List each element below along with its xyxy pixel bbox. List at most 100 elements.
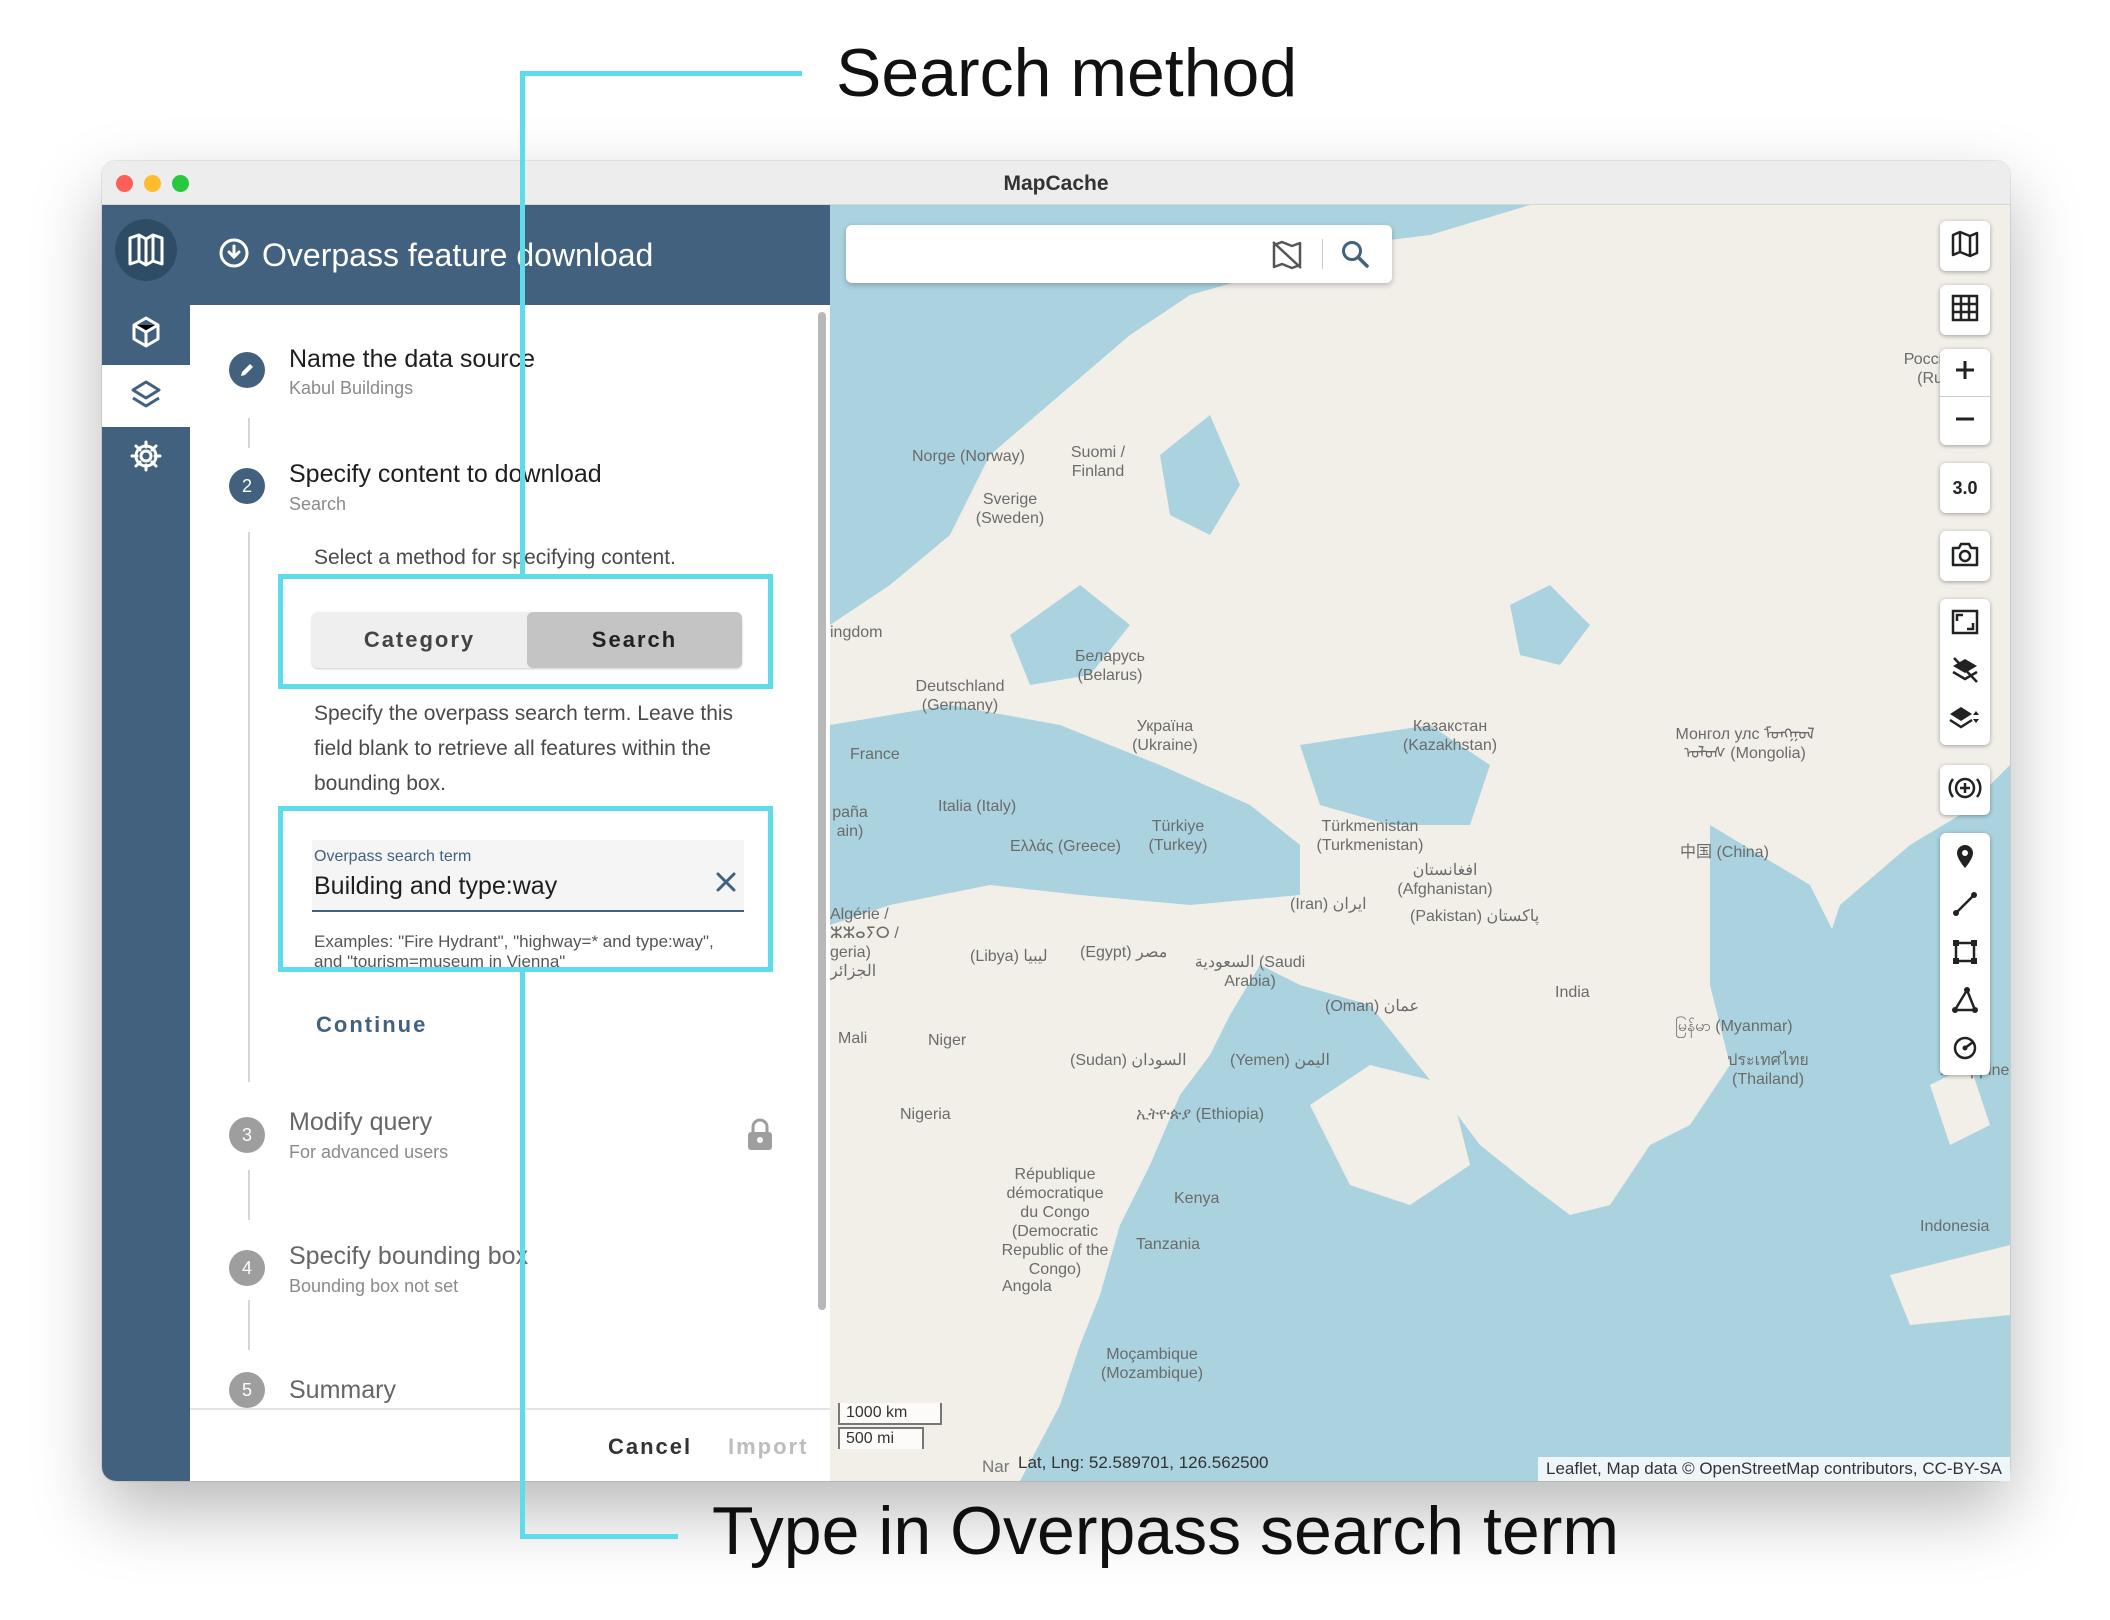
draw-polygon-button[interactable] (1940, 978, 1990, 1026)
draw-rectangle-button[interactable] (1940, 930, 1990, 978)
screenshot-button[interactable] (1940, 531, 1990, 581)
rail-settings-button[interactable] (102, 427, 190, 489)
draw-line-button[interactable] (1940, 882, 1990, 930)
map-off-icon[interactable] (1270, 239, 1304, 276)
callout-search-term: Type in Overpass search term (712, 1493, 1620, 1569)
callout-line-bottom-horizontal (520, 1534, 678, 1539)
map-label-greece: Ελλάς (Greece) (1010, 838, 1121, 855)
overpass-icon (218, 237, 250, 274)
scale-mi: 500 mi (838, 1427, 924, 1449)
map-label-kazakhstan: Казакстан (Kazakhstan) (1402, 718, 1498, 754)
map-attribution: Leaflet, Map data © OpenStreetMap contri… (1537, 1457, 2010, 1481)
panel-title: Overpass feature download (262, 236, 654, 273)
map-label-iran: (Iran) ایران (1290, 896, 1367, 913)
map-search-box[interactable] (846, 225, 1392, 283)
layer-order-button[interactable] (1940, 696, 1990, 744)
gear-icon (129, 439, 163, 478)
map-label-spain: paña ain) (832, 804, 868, 840)
line-icon (1951, 890, 1979, 923)
camera-icon (1950, 540, 1980, 573)
map-label-saudi: السعودية (Saudi Arabia) (1194, 954, 1306, 990)
map-search-input[interactable] (856, 233, 1256, 275)
zoom-controls (1940, 349, 1990, 445)
map-view[interactable]: Norge (Norway) Suomi / Finland Sverige (… (830, 205, 2010, 1481)
layers-off-icon (1950, 655, 1980, 690)
map-label-thailand: ประเทศไทย (Thailand) (1727, 1052, 1809, 1088)
map-label-mongolia: Монгол улс ᠮᠣᠩᠭᠣᠯ ᠤᠯᠤᠰ (Mongolia) (1675, 726, 1815, 762)
map-label-niger: Niger (928, 1032, 967, 1049)
plus-icon (1954, 359, 1976, 386)
search-icon[interactable] (1340, 239, 1370, 274)
map-label-nigeria: Nigeria (900, 1106, 951, 1123)
draw-circle-button[interactable] (1940, 1026, 1990, 1074)
map-label-mozambique: Moçambique (Mozambique) (1100, 1346, 1204, 1382)
search-term-highlight (278, 806, 773, 972)
map-label-kenya: Kenya (1174, 1190, 1220, 1207)
cube-icon (129, 315, 163, 354)
map-label-afghanistan: افغانستان (Afghanistan) (1397, 862, 1493, 898)
map-label-mali: Mali (838, 1030, 868, 1047)
add-drawing-button[interactable] (1940, 765, 1990, 815)
map-label-france: France (850, 746, 900, 763)
map-label-china: 中国 (China) (1680, 844, 1769, 861)
map-label-turkey: Türkiye (Turkey) (1148, 818, 1208, 854)
circle-icon (1951, 1034, 1979, 1067)
map-pin-icon (1953, 842, 1977, 875)
map-label-tanzania: Tanzania (1136, 1236, 1201, 1253)
map-label-libya: (Libya) ليبيا (970, 948, 1048, 965)
panel-header: Overpass feature download (190, 205, 830, 305)
callout-line-top-vertical (520, 71, 525, 575)
mapcache-logo-icon[interactable] (115, 219, 177, 281)
map-label-ukraine: Україна (Ukraine) (1132, 718, 1198, 754)
map-label-finland: Suomi / Finland (1070, 444, 1126, 480)
expand-icon (1951, 609, 1979, 640)
map-label-myanmar: မြန်မာ (Myanmar) (1675, 1018, 1793, 1035)
layers-icon (129, 377, 163, 416)
window-title: MapCache (1003, 172, 1109, 195)
map-label-germany: Deutschland (Germany) (915, 678, 1005, 714)
map-label-drc: République démocratique du Congo (Democr… (1001, 1166, 1109, 1278)
add-circle-icon (1948, 773, 1982, 808)
fit-extent-button[interactable] (1940, 600, 1990, 648)
map-label-norway: Norge (Norway) (912, 448, 1025, 465)
callout-line-bottom-vertical (520, 972, 525, 1539)
map-label-egypt: (Egypt) مصر (1080, 944, 1168, 961)
map-label-belarus: Беларусь (Belarus) (1075, 648, 1145, 684)
grid-icon (1950, 293, 1980, 328)
search-method-highlight (278, 574, 773, 689)
map-label-indonesia: Indonesia (1920, 1218, 1990, 1235)
map-label-angola: Angola (1002, 1278, 1052, 1295)
disable-layers-button[interactable] (1940, 648, 1990, 696)
map-label-oman: (Oman) عمان (1325, 998, 1420, 1015)
zoom-out-button[interactable] (1940, 397, 1990, 445)
draw-point-button[interactable] (1940, 834, 1990, 882)
minus-icon (1954, 408, 1976, 435)
scale-km: 1000 km (838, 1403, 942, 1425)
basemap-button[interactable] (1940, 221, 1990, 271)
map-label-turkmenistan: Türkmenistan (Turkmenistan) (1316, 818, 1424, 854)
coords-prefix: Nar (982, 1457, 1010, 1476)
map-label-kingdom: ingdom (830, 624, 883, 641)
map-label-india: India (1555, 984, 1590, 1001)
map-label-pakistan: (Pakistan) پاکستان (1410, 908, 1540, 925)
zoom-level-display: 3.0 (1940, 463, 1990, 513)
rectangle-icon (1951, 938, 1979, 971)
layers-sort-icon (1948, 703, 1982, 738)
coordinate-readout: Lat, Lng: 52.589701, 126.562500 (1018, 1453, 1269, 1472)
map-icon (1950, 229, 1980, 264)
search-divider (1322, 239, 1323, 269)
map-label-sweden: Sverige (Sweden) (975, 491, 1045, 527)
draw-tools-group (1940, 833, 1990, 1075)
layer-tools-group (1940, 599, 1990, 745)
map-label-sudan: (Sudan) السودان (1070, 1052, 1187, 1069)
zoom-in-button[interactable] (1940, 349, 1990, 397)
nav-rail (102, 205, 190, 1481)
callout-search-method: Search method (836, 35, 1298, 111)
rail-layers-button[interactable] (102, 365, 190, 427)
callout-line-top-horizontal (520, 71, 802, 76)
map-label-algeria: Algérie / ⵣⵣⴰⵢⵔ / geria) الجزائر (830, 906, 899, 980)
map-label-italy: Italia (Italy) (938, 798, 1017, 815)
grid-button[interactable] (1940, 285, 1990, 335)
polygon-icon (1951, 986, 1979, 1019)
rail-projects-button[interactable] (102, 303, 190, 365)
